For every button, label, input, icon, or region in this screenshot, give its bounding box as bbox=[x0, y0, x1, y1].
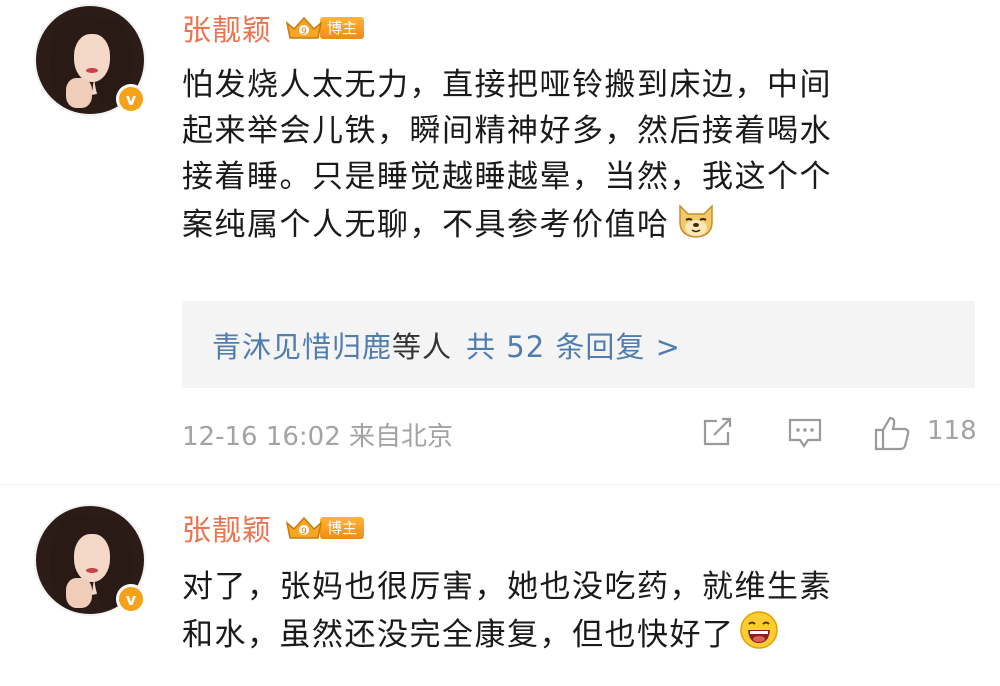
avatar[interactable]: v bbox=[34, 504, 146, 616]
comment-line: 起来举会儿铁，瞬间精神好多，然后接着喝水 bbox=[182, 113, 832, 149]
doge-emoji-icon bbox=[674, 200, 718, 253]
like-count: 118 bbox=[927, 416, 977, 446]
svg-text:9: 9 bbox=[301, 27, 307, 37]
comment-meta: 12-16 16:02 来自北京 118 bbox=[182, 414, 982, 454]
comment-icon[interactable] bbox=[786, 414, 824, 454]
blogger-badge-label: 博主 bbox=[320, 517, 365, 539]
avatar[interactable]: v bbox=[34, 4, 146, 116]
comment-line: 和水，虽然还没完全康复，但也快好了 bbox=[182, 610, 982, 663]
share-icon[interactable] bbox=[700, 414, 736, 454]
user-row: 张靓颖 9 博主 bbox=[182, 7, 365, 49]
reply-user-names[interactable]: 青沐见惜归鹿 bbox=[212, 324, 392, 366]
comment-time-location: 12-16 16:02 来自北京 bbox=[182, 422, 454, 452]
comment-divider bbox=[0, 484, 1000, 485]
blogger-badge: 9 博主 bbox=[284, 14, 365, 42]
comment-line: 案纯属个人无聊，不具参考价值哈 bbox=[182, 200, 982, 253]
comment-text: 怕发烧人太无力，直接把哑铃搬到床边，中间 起来举会儿铁，瞬间精神好多，然后接着喝… bbox=[182, 62, 982, 253]
crown-icon: 9 bbox=[284, 14, 324, 42]
comment-text: 对了，张妈也很厉害，她也没吃药，就维生素 和水，虽然还没完全康复，但也快好了 bbox=[182, 564, 982, 663]
comment-line: 对了，张妈也很厉害，她也没吃药，就维生素 bbox=[182, 569, 832, 605]
comment-line-text: 案纯属个人无聊，不具参考价值哈 bbox=[182, 207, 670, 243]
verified-icon: v bbox=[116, 584, 146, 614]
verified-icon: v bbox=[116, 84, 146, 114]
svg-text:9: 9 bbox=[301, 527, 307, 537]
user-row: 张靓颖 9 博主 bbox=[182, 507, 365, 549]
blogger-badge: 9 博主 bbox=[284, 514, 365, 542]
reply-others-label: 等人 bbox=[392, 329, 453, 364]
reply-count-link[interactable]: 共 52 条回复 > bbox=[466, 324, 681, 366]
laughing-emoji-icon bbox=[739, 610, 779, 663]
like-icon[interactable] bbox=[872, 414, 912, 456]
comment-line-text: 和水，虽然还没完全康复，但也快好了 bbox=[182, 617, 735, 653]
username[interactable]: 张靓颖 bbox=[182, 7, 272, 49]
comment-line: 接着睡。只是睡觉越睡越晕，当然，我这个个 bbox=[182, 159, 832, 195]
username[interactable]: 张靓颖 bbox=[182, 507, 272, 549]
blogger-badge-label: 博主 bbox=[320, 17, 365, 39]
replies-box[interactable]: 青沐见惜归鹿 等人 共 52 条回复 > bbox=[182, 301, 975, 388]
crown-icon: 9 bbox=[284, 514, 324, 542]
comment-line: 怕发烧人太无力，直接把哑铃搬到床边，中间 bbox=[182, 67, 832, 103]
